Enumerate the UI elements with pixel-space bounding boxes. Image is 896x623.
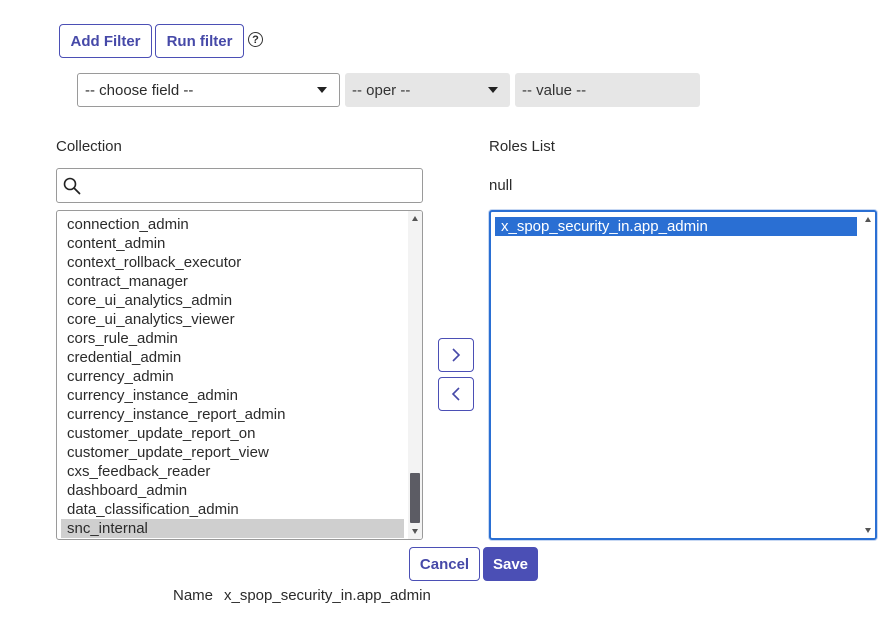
list-item[interactable]: core_ui_analytics_admin — [61, 291, 404, 310]
list-item-selected[interactable]: snc_internal — [61, 519, 404, 538]
scroll-down-icon[interactable] — [412, 529, 418, 534]
add-filter-button[interactable]: Add Filter — [59, 24, 152, 58]
save-button[interactable]: Save — [483, 547, 538, 581]
chevron-down-icon — [317, 87, 327, 93]
collection-listbox[interactable]: connection_admin content_admin context_r… — [56, 210, 423, 540]
choose-field-select[interactable]: -- choose field -- — [77, 73, 340, 107]
collection-items: connection_admin content_admin context_r… — [61, 215, 404, 538]
choose-field-label: -- choose field -- — [85, 81, 194, 99]
scroll-down-icon[interactable] — [865, 528, 871, 533]
list-item[interactable]: customer_update_report_on — [61, 424, 404, 443]
oper-label: -- oper -- — [352, 81, 411, 99]
list-item[interactable]: data_classification_admin — [61, 500, 404, 519]
list-item[interactable]: customer_update_report_view — [61, 443, 404, 462]
list-item[interactable]: currency_admin — [61, 367, 404, 386]
run-filter-button[interactable]: Run filter — [155, 24, 244, 58]
list-item[interactable]: currency_instance_admin — [61, 386, 404, 405]
list-item[interactable]: context_rollback_executor — [61, 253, 404, 272]
list-item[interactable]: contract_manager — [61, 272, 404, 291]
roles-list-label: Roles List — [489, 138, 555, 155]
roles-listbox[interactable]: x_spop_security_in.app_admin — [489, 210, 877, 540]
move-right-button[interactable] — [438, 338, 474, 372]
scrollbar-thumb[interactable] — [410, 473, 420, 523]
oper-select[interactable]: -- oper -- — [345, 73, 510, 107]
list-item[interactable]: content_admin — [61, 234, 404, 253]
list-item[interactable]: cors_rule_admin — [61, 329, 404, 348]
name-value: x_spop_security_in.app_admin — [224, 587, 431, 604]
cancel-button[interactable]: Cancel — [409, 547, 480, 581]
help-icon[interactable]: ? — [248, 32, 263, 47]
chevron-down-icon — [488, 87, 498, 93]
search-icon — [63, 177, 81, 195]
collection-label: Collection — [56, 138, 122, 155]
name-label: Name — [173, 587, 214, 604]
chevron-left-icon — [451, 387, 460, 401]
list-item[interactable]: credential_admin — [61, 348, 404, 367]
list-item[interactable]: connection_admin — [61, 215, 404, 234]
list-item-selected[interactable]: x_spop_security_in.app_admin — [495, 217, 857, 236]
chevron-right-icon — [452, 348, 461, 362]
scroll-up-icon[interactable] — [412, 216, 418, 221]
collection-search-input[interactable] — [56, 168, 423, 203]
list-item[interactable]: dashboard_admin — [61, 481, 404, 500]
roles-scrollbar[interactable] — [861, 212, 875, 538]
roles-null-text: null — [489, 177, 513, 194]
collection-scrollbar[interactable] — [408, 211, 422, 539]
scroll-up-icon[interactable] — [865, 217, 871, 222]
move-left-button[interactable] — [438, 377, 474, 411]
list-item[interactable]: cxs_feedback_reader — [61, 462, 404, 481]
list-item[interactable]: currency_instance_report_admin — [61, 405, 404, 424]
value-label: -- value -- — [522, 81, 587, 99]
list-item[interactable]: core_ui_analytics_viewer — [61, 310, 404, 329]
value-field[interactable]: -- value -- — [515, 73, 700, 107]
